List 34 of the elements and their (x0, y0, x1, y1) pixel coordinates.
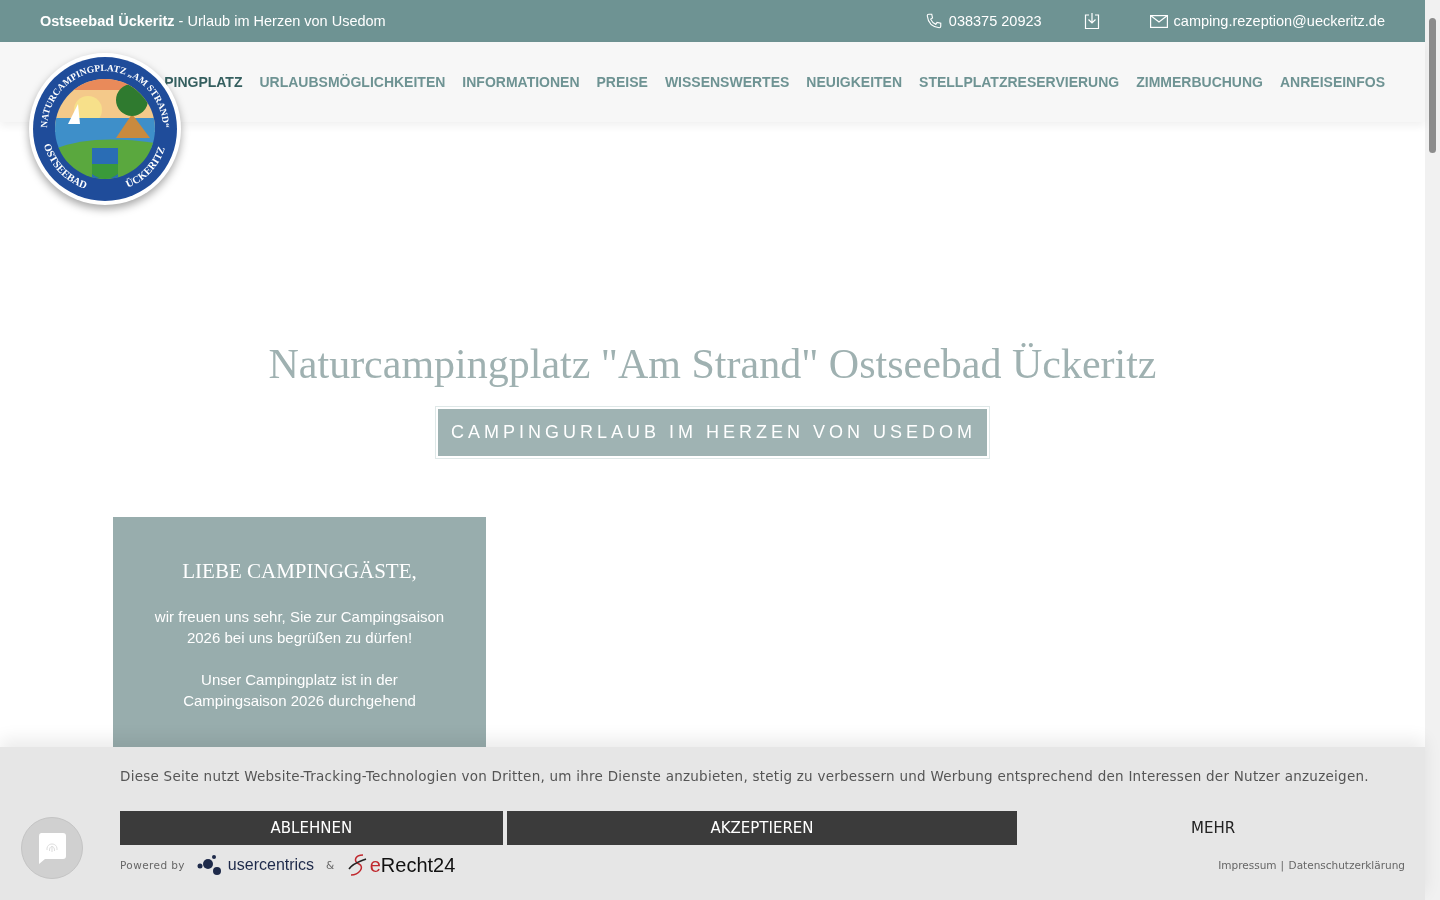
card-text: Unser Campingplatz ist in der Campingsaison 2026 durchgehend (182, 670, 417, 711)
nav-link[interactable]: NEUIGKEITEN (806, 74, 903, 90)
separator: | (1280, 859, 1285, 871)
email-link[interactable]: camping.rezeption@ueckeritz.de (1149, 13, 1385, 29)
card-title: LIEBE CAMPINGGÄSTE, (182, 559, 417, 584)
nav-link[interactable]: INFORMATIONEN (462, 74, 580, 90)
nav-link[interactable]: ZIMMERBUCHUNG (1136, 74, 1263, 90)
scrollbar-thumb[interactable] (1429, 18, 1436, 153)
erecht24-logo[interactable]: eRecht24 (346, 853, 456, 877)
envelope-icon (1149, 14, 1168, 28)
imprint-link[interactable]: Impressum (1218, 859, 1277, 871)
nav-link[interactable]: ANREISEINFOS (1280, 74, 1385, 90)
phone-icon (924, 12, 943, 30)
swirl-icon (346, 853, 367, 877)
nav-link[interactable]: WISSENSWERTES (664, 74, 790, 90)
hero-title: Naturcampingplatz "Am Strand" Ostseebad Ückeritz (268, 340, 1157, 388)
phone-link[interactable]: 038375 20923 (924, 12, 1042, 30)
nav-link[interactable]: URLAUBSMÖGLICHKEITEN (259, 74, 446, 90)
usercentrics-logo[interactable]: usercentrics (196, 854, 315, 876)
download-icon[interactable] (1083, 12, 1100, 30)
ampersand: & (326, 859, 335, 871)
consent-button[interactable]: AKZEPTIEREN (506, 811, 1018, 845)
cookie-message: Diese Seite nutzt Website-Tracking-Technologien von Dritten, um ihre Dienste anzubieten, stetig zu verbessern und Werbung entsprechend den Interessen der Nutzer anzuzeigen. (120, 767, 1369, 785)
nav-link[interactable]: STELLPLATZRESERVIERUNG (919, 74, 1120, 90)
card-text: wir freuen uns sehr, Sie zur Campingsaison 2026 bei uns begrüßen zu dürfen! (153, 607, 446, 648)
scrollbar[interactable] (1425, 0, 1440, 900)
privacy-link[interactable]: Datenschutzerklärung (1288, 859, 1405, 871)
consent-button[interactable]: ABLEHNEN (120, 811, 503, 845)
subtitle-banner: CAMPINGURLAUB IM HERZEN VON USEDOM (434, 406, 990, 459)
powered-by-label: Powered by (120, 859, 185, 871)
nav-link[interactable]: PREISE (596, 74, 648, 90)
site-name: Ostseebad Ückeritz (40, 13, 175, 29)
tagline: - Urlaub im Herzen von Usedom (178, 13, 386, 29)
chat-fingerprint-icon (37, 832, 67, 864)
